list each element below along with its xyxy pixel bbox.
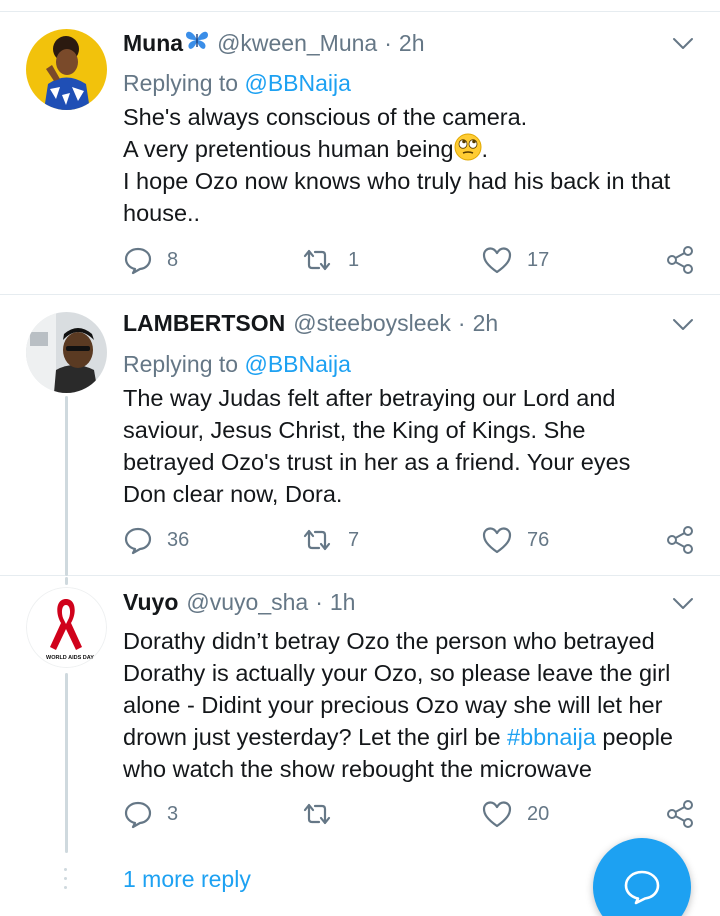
share-button[interactable]	[665, 799, 695, 829]
butterfly-icon	[186, 31, 209, 49]
face-with-rolling-eyes-icon	[454, 133, 482, 161]
handle[interactable]: @kween_Muna	[217, 30, 377, 57]
handle[interactable]: @vuyo_sha	[186, 589, 308, 616]
share-icon	[667, 526, 693, 554]
share-button[interactable]	[665, 245, 695, 275]
timestamp[interactable]: 2h	[473, 310, 499, 337]
reply-icon	[124, 527, 152, 555]
thread-dots	[64, 868, 68, 898]
thread-connector	[65, 673, 68, 853]
reply-icon	[124, 247, 152, 275]
display-name[interactable]: LAMBERTSON	[123, 310, 285, 337]
retweet-icon	[303, 803, 331, 825]
separator-dot: ·	[315, 589, 323, 615]
retweet-icon	[303, 249, 331, 271]
separator-dot: ·	[457, 310, 466, 336]
replying-mention-link[interactable]: @BBNaija	[244, 70, 350, 96]
tweet-actions: 36 7 76	[123, 525, 698, 555]
replying-prefix: Replying to	[123, 70, 239, 96]
more-replies-link[interactable]: 1 more reply	[123, 866, 251, 893]
like-button[interactable]: 17	[481, 245, 549, 275]
retweet-button[interactable]: 7	[300, 525, 359, 555]
tweet-muna[interactable]: Muna @kween_Muna · 2h Replying to @BBNai…	[0, 13, 720, 295]
retweet-icon	[303, 529, 331, 551]
reply-button[interactable]: 8	[123, 245, 178, 275]
like-count: 20	[527, 802, 550, 825]
avatar-text: WORLD AIDS DAY	[46, 655, 94, 661]
like-button[interactable]: 20	[481, 799, 549, 829]
timestamp[interactable]: 1h	[330, 589, 356, 616]
reply-count: 3	[167, 802, 179, 825]
thread-connector	[65, 577, 68, 585]
avatar[interactable]: WORLD AIDS DAY	[26, 587, 107, 668]
replying-to: Replying to @BBNaija	[123, 67, 700, 99]
share-button[interactable]	[665, 525, 695, 555]
retweet-count: 7	[348, 528, 360, 551]
top-divider	[0, 0, 720, 12]
separator-dot: ·	[384, 30, 392, 56]
tweet-header: LAMBERTSON @steeboysleek · 2h	[123, 310, 700, 344]
reply-button[interactable]: 3	[123, 799, 178, 829]
retweet-button[interactable]: 1	[300, 245, 359, 275]
thread-connector	[65, 396, 68, 576]
reply-count: 8	[167, 248, 179, 271]
replying-prefix: Replying to	[123, 351, 239, 377]
tweet-text: She's always conscious of the camera. A …	[123, 101, 700, 229]
chevron-down-icon[interactable]	[672, 37, 694, 51]
like-count: 17	[527, 248, 550, 271]
display-name[interactable]: Muna	[123, 30, 183, 57]
timestamp[interactable]: 2h	[399, 30, 425, 57]
tweet-header: Muna @kween_Muna · 2h	[123, 29, 700, 63]
reply-button[interactable]: 36	[123, 525, 189, 555]
heart-icon	[482, 527, 512, 554]
avatar[interactable]	[26, 312, 107, 393]
retweet-count: 1	[348, 248, 360, 271]
replying-to: Replying to @BBNaija	[123, 348, 700, 380]
tweet-line-suffix: .	[481, 136, 489, 162]
display-name[interactable]: Vuyo	[123, 589, 178, 616]
tweet-line: A very pretentious human being .	[123, 133, 700, 165]
tweet-header: Vuyo @vuyo_sha · 1h	[123, 589, 700, 623]
tweet-lambertson[interactable]: LAMBERTSON @steeboysleek · 2h Replying t…	[0, 296, 720, 576]
reply-count: 36	[167, 528, 190, 551]
tweet-line: She's always conscious of the camera.	[123, 104, 528, 130]
tweet-actions: 3 20	[123, 799, 698, 829]
chevron-down-icon[interactable]	[672, 597, 694, 611]
tweet-actions: 8 1 17	[123, 245, 698, 275]
heart-icon	[482, 801, 512, 828]
reply-icon	[124, 801, 152, 829]
like-button[interactable]: 76	[481, 525, 549, 555]
like-count: 76	[527, 528, 550, 551]
retweet-button[interactable]	[300, 799, 348, 829]
tweet-text: Dorathy didn’t betray Ozo the person who…	[123, 625, 698, 785]
share-icon	[667, 800, 693, 828]
replying-mention-link[interactable]: @BBNaija	[244, 351, 350, 377]
tweet-text: The way Judas felt after betraying our L…	[123, 385, 631, 507]
hashtag-link[interactable]: #bbnaija	[507, 724, 596, 750]
share-icon	[667, 246, 693, 274]
compose-reply-icon	[624, 870, 660, 905]
handle[interactable]: @steeboysleek	[293, 310, 451, 337]
tweet-vuyo[interactable]: WORLD AIDS DAY Vuyo @vuyo_sha · 1h Dorat…	[0, 577, 720, 858]
tweet-line: I hope Ozo now knows who truly had his b…	[123, 168, 671, 226]
avatar[interactable]	[26, 29, 107, 110]
heart-icon	[482, 247, 512, 274]
chevron-down-icon[interactable]	[672, 318, 694, 332]
tweet-line-text: A very pretentious human being	[123, 136, 454, 162]
